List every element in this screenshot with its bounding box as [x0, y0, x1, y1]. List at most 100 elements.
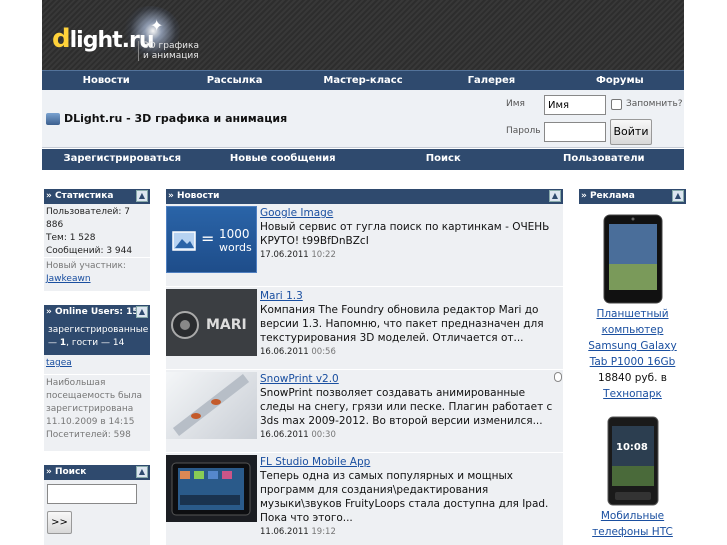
collapse-icon[interactable]: ▲ [549, 190, 561, 202]
news-content: Google Image Новый сервис от гугла поиск… [260, 206, 560, 262]
ads-sidebar: » Реклама ▲ Планшетный компьютер Samsung… [579, 189, 686, 545]
page-title-text: DLight.ru - 3D графика и анимация [64, 112, 288, 125]
news-column: » Новости ▲ = 1000 words Google Image Но… [166, 189, 563, 545]
phone-clock: 10:08 [616, 442, 648, 453]
news-date-day: 16.06.2011 [260, 430, 309, 440]
collapse-icon[interactable]: ▲ [136, 306, 148, 318]
max-visits-line1: Наибольшая [46, 378, 106, 388]
phone-image[interactable] [607, 416, 659, 506]
page-title: DLight.ru - 3D графика и анимация [46, 112, 287, 125]
ad-link[interactable]: телефоны HTC [579, 524, 686, 540]
stat-posts: Сообщений: 3 944 [46, 246, 133, 256]
max-visits-line4: 11.10.2009 в 14:15 [46, 417, 135, 427]
nav-search[interactable]: Поиск [363, 149, 524, 170]
news-thumbnail[interactable] [166, 455, 257, 522]
password-input[interactable] [544, 122, 606, 142]
ad-link[interactable]: Tab P1000 16Gb [579, 354, 686, 370]
home-icon [46, 112, 60, 125]
attachment-icon [554, 372, 562, 382]
stats-title: » Статистика [46, 191, 114, 201]
news-item-title[interactable]: Google Image [260, 207, 333, 219]
new-member-link[interactable]: Jawkeawn [46, 274, 91, 284]
search-input[interactable] [47, 484, 137, 504]
online-line1: зарегистрированные [48, 325, 149, 335]
online-line2: — 1, гости — 14 [48, 337, 148, 350]
nav-gallery[interactable]: Галерея [427, 71, 555, 90]
news-item-title[interactable]: SnowPrint v2.0 [260, 373, 339, 385]
thumb-mari-text: MARI [206, 317, 247, 333]
logo-tagline-line2: и анимация [143, 51, 199, 61]
nav-users[interactable]: Пользователи [524, 149, 685, 170]
nav-forums[interactable]: Форумы [556, 71, 684, 90]
username-input[interactable] [544, 95, 606, 115]
max-visits-line3: зарегистрирована [46, 404, 134, 414]
news-content: FL Studio Mobile App Теперь одна из самы… [260, 455, 560, 539]
online-title: » Online Users: 15 [46, 307, 139, 317]
news-date: 16.06.2011 00:56 [260, 345, 560, 359]
nav-news[interactable]: Новости [42, 71, 170, 90]
tablet-image[interactable] [603, 214, 663, 304]
online-user-link[interactable]: tagea [46, 358, 72, 368]
news-summary-line: Новый сервис от гугла поиск по картинкам… [260, 221, 550, 233]
news-date-day: 17.06.2011 [260, 250, 309, 260]
search-body: >> [44, 480, 150, 545]
collapse-icon[interactable]: ▲ [136, 466, 148, 478]
search-submit-button[interactable]: >> [47, 511, 72, 534]
news-date-day: 11.06.2011 [260, 527, 309, 537]
logo-tagline-line1: 3D графика [143, 41, 199, 51]
news-item-title[interactable]: FL Studio Mobile App [260, 456, 370, 468]
news-content: SnowPrint v2.0 SnowPrint позволяет созда… [260, 372, 560, 442]
nav-register[interactable]: Зарегистрироваться [42, 149, 203, 170]
password-label: Пароль [506, 126, 541, 136]
site-header: ✦ dlight.ru 3D графика и анимация [42, 0, 684, 70]
news-item: SnowPrint v2.0 SnowPrint позволяет созда… [166, 370, 563, 453]
news-item-title[interactable]: Mari 1.3 [260, 290, 303, 302]
news-date-time: 10:22 [311, 250, 336, 260]
online-guests: , гости — 14 [66, 338, 125, 348]
news-list: = 1000 words Google Image Новый сервис о… [166, 204, 563, 545]
news-header: » Новости ▲ [166, 189, 563, 204]
nav-new-posts[interactable]: Новые сообщения [203, 149, 364, 170]
news-thumbnail[interactable]: MARI [166, 289, 257, 356]
thumb-number: 1000 [219, 227, 250, 241]
news-date-time: 00:56 [311, 347, 336, 357]
ad-link[interactable]: компьютер [579, 322, 686, 338]
search-header: » Поиск ▲ [44, 465, 150, 480]
nav-mailing[interactable]: Рассылка [170, 71, 298, 90]
login-button[interactable]: Войти [610, 119, 652, 145]
max-visits-line5: Посетителей: 598 [46, 430, 131, 440]
collapse-icon[interactable]: ▲ [672, 190, 684, 202]
news-date: 16.06.2011 00:30 [260, 428, 560, 442]
title-bar: DLight.ru - 3D графика и анимация Имя За… [42, 90, 684, 148]
news-date-time: 19:12 [311, 527, 336, 537]
collapse-icon[interactable]: ▲ [136, 190, 148, 202]
news-summary-line: версии 1.3. Напомню, что пакет предназна… [260, 318, 544, 330]
new-member-label: Новый участник: [46, 261, 126, 271]
search-title: » Поиск [46, 467, 87, 477]
online-summary: зарегистрированные — 1, гости — 14 [44, 320, 150, 355]
online-header: » Online Users: 15 ▲ [44, 305, 150, 320]
stats-body: Пользователей: 7 886 Тем: 1 528 Сообщени… [44, 204, 150, 257]
online-prefix: — [48, 338, 60, 348]
ads-body: Планшетный компьютер Samsung Galaxy Tab … [579, 204, 686, 545]
ad-link[interactable]: Samsung Galaxy [579, 338, 686, 354]
stats-header: » Статистика ▲ [44, 189, 150, 204]
tablet-app-icon [171, 462, 251, 516]
online-users-list: tagea [44, 355, 150, 374]
news-thumbnail[interactable] [166, 372, 257, 439]
ad-tablet: Планшетный компьютер Samsung Galaxy Tab … [579, 306, 686, 402]
ads-title: » Реклама [581, 191, 635, 201]
ad-shop-link[interactable]: Технопарк [579, 386, 686, 402]
news-summary-line: Теперь одна из самых популярных и мощных [260, 470, 513, 482]
secondary-nav: Зарегистрироваться Новые сообщения Поиск… [42, 149, 684, 170]
left-sidebar: » Статистика ▲ Пользователей: 7 886 Тем:… [44, 189, 150, 545]
news-summary-line: Пока что этого... [260, 512, 353, 524]
thumb-words: words [219, 241, 252, 254]
ad-link[interactable]: Мобильные [579, 508, 686, 524]
news-date-day: 16.06.2011 [260, 347, 309, 357]
news-thumbnail[interactable]: = 1000 words [166, 206, 257, 273]
ad-link[interactable]: Планшетный [579, 306, 686, 322]
nav-masterclass[interactable]: Мастер-класс [299, 71, 427, 90]
layout-wrapper: ✦ dlight.ru 3D графика и анимация Новост… [42, 0, 686, 545]
remember-checkbox[interactable] [611, 99, 622, 110]
